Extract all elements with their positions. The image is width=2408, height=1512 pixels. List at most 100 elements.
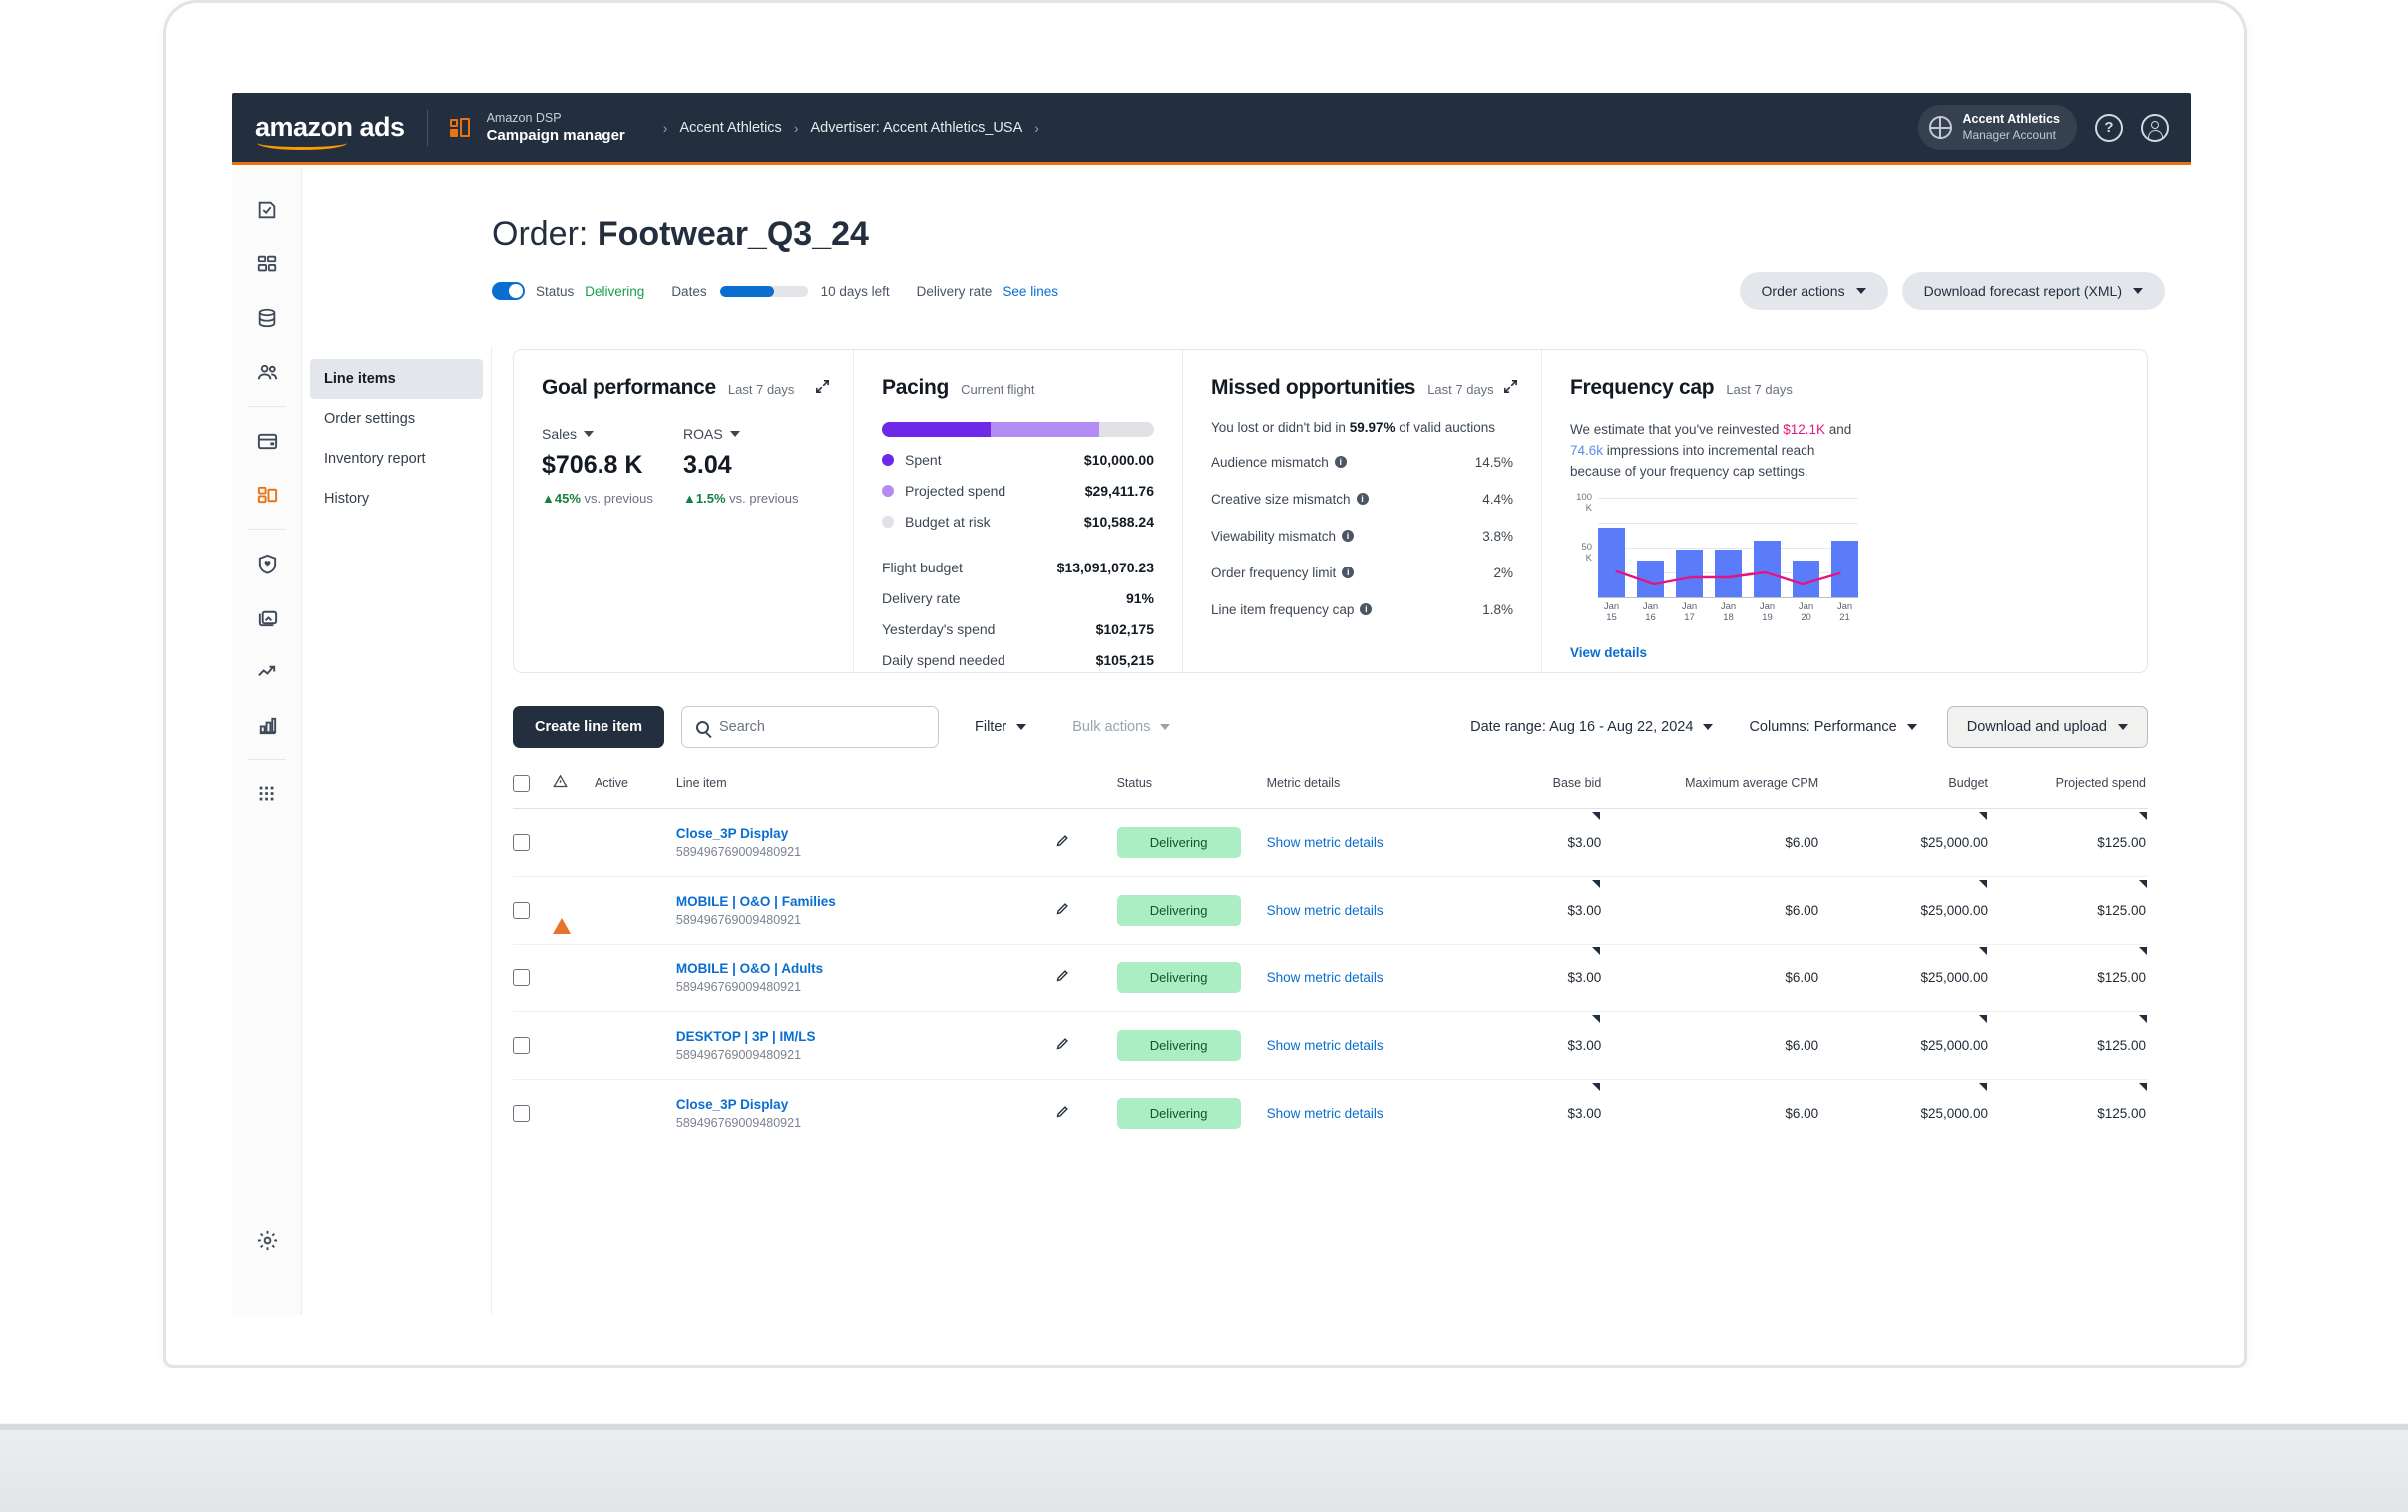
- row-checkbox[interactable]: [513, 902, 530, 919]
- see-lines-link[interactable]: See lines: [1003, 284, 1058, 299]
- sidebar-item-inventory-report[interactable]: Inventory report: [310, 439, 483, 479]
- metric-roas-selector[interactable]: ROAS: [683, 426, 825, 442]
- max-avg-cpm-value: $6.00: [1785, 903, 1819, 918]
- account-icon[interactable]: [2141, 113, 2169, 142]
- show-metric-details-link[interactable]: Show metric details: [1267, 1038, 1384, 1053]
- frequency-lead-3: impressions into incremental reach becau…: [1570, 442, 1815, 479]
- info-icon[interactable]: i: [1342, 530, 1355, 542]
- info-icon[interactable]: i: [1360, 603, 1373, 615]
- row-budget-cell: $25,000.00: [1818, 1080, 1988, 1148]
- help-icon[interactable]: ?: [2095, 113, 2123, 142]
- show-metric-details-link[interactable]: Show metric details: [1267, 903, 1384, 918]
- order-enabled-toggle[interactable]: [492, 282, 525, 300]
- pacing-title: Pacing: [882, 376, 950, 399]
- legend-label-spent: Spent: [905, 452, 942, 468]
- line-item-name-link[interactable]: Close_3P Display: [676, 826, 1055, 841]
- line-item-name-link[interactable]: Close_3P Display: [676, 1097, 1055, 1112]
- sidebar-item-order-settings[interactable]: Order settings: [310, 399, 483, 439]
- metric-sales-selector[interactable]: Sales: [542, 426, 683, 442]
- status-badge: Delivering: [1116, 895, 1241, 926]
- row-metric-details-cell: Show metric details: [1266, 808, 1452, 877]
- show-metric-details-link[interactable]: Show metric details: [1267, 970, 1384, 985]
- chart-ytick-100k: 100 K: [1576, 491, 1592, 514]
- chart-x-tick-label: Jan 15: [1603, 600, 1620, 624]
- line-item-name-link[interactable]: MOBILE | O&O | Families: [676, 894, 1055, 909]
- show-metric-details-link[interactable]: Show metric details: [1267, 835, 1384, 850]
- row-checkbox[interactable]: [513, 1037, 530, 1054]
- chevron-down-icon: [1703, 724, 1714, 730]
- line-item-name-link[interactable]: DESKTOP | 3P | IM/LS: [676, 1029, 1055, 1044]
- search-box[interactable]: [681, 706, 939, 748]
- line-item-id: 589496769009480921: [675, 1048, 802, 1062]
- budget-value: $25,000.00: [1920, 903, 1989, 918]
- select-all-checkbox[interactable]: [513, 774, 530, 792]
- top-navigation-bar: amazon ads Amazon DSP Campaign manager ›…: [232, 93, 2191, 165]
- filter-dropdown[interactable]: Filter: [975, 719, 1027, 735]
- edit-pencil-icon[interactable]: [1055, 1104, 1070, 1123]
- app-window: amazon ads Amazon DSP Campaign manager ›…: [232, 93, 2191, 1315]
- max-avg-cpm-value: $6.00: [1785, 835, 1819, 850]
- expand-icon[interactable]: [814, 378, 831, 398]
- expand-icon[interactable]: [1502, 378, 1519, 398]
- missed-opportunities-title: Missed opportunities: [1211, 376, 1416, 399]
- sidebar-item-campaign-manager[interactable]: [232, 468, 302, 522]
- edit-pencil-icon[interactable]: [1055, 833, 1070, 852]
- sidebar-item-insights[interactable]: [232, 644, 302, 698]
- missed-opportunity-row: Line item frequency cap i 1.8%: [1211, 599, 1513, 619]
- missed-opportunity-label: Order frequency limit i: [1211, 566, 1379, 580]
- pacing-value-yesterdays-spend: $102,175: [1095, 621, 1154, 637]
- account-switcher[interactable]: Accent Athletics Manager Account: [1917, 105, 2077, 150]
- download-and-upload-button[interactable]: Download and upload: [1946, 706, 2148, 748]
- line-item-name-link[interactable]: MOBILE | O&O | Adults: [676, 961, 1055, 976]
- missed-opportunity-percent: 2%: [1493, 565, 1513, 580]
- row-checkbox[interactable]: [513, 969, 530, 986]
- chevron-down-icon: [2133, 288, 2143, 294]
- sidebar-item-creatives[interactable]: [232, 414, 302, 468]
- row-warning-cell: [553, 1080, 595, 1148]
- sidebar-item-audiences[interactable]: [232, 345, 302, 399]
- chart-line-series: [1598, 498, 1858, 597]
- row-checkbox[interactable]: [513, 834, 530, 851]
- info-icon[interactable]: i: [1334, 456, 1347, 468]
- view-details-link[interactable]: View details: [1570, 645, 1647, 660]
- sidebar-item-database[interactable]: [232, 291, 302, 345]
- row-checkbox[interactable]: [513, 1105, 530, 1122]
- sidebar-item-dashboard[interactable]: [232, 237, 302, 291]
- amazon-ads-logo[interactable]: amazon ads: [255, 114, 405, 150]
- breadcrumb-item-advertiser[interactable]: Advertiser: Accent Athletics_USA: [810, 120, 1022, 136]
- edit-pencil-icon[interactable]: [1055, 901, 1070, 920]
- missed-opportunity-label: Viewability mismatch i: [1211, 529, 1377, 544]
- base-bid-value: $3.00: [1567, 835, 1602, 850]
- cell-edited-flag: [2139, 1083, 2147, 1091]
- sidebar-item-brand-safety[interactable]: [232, 537, 302, 590]
- edit-pencil-icon[interactable]: [1055, 1036, 1070, 1055]
- sidebar-item-reports[interactable]: [232, 698, 302, 752]
- date-range-dropdown[interactable]: Date range: Aug 16 - Aug 22, 2024: [1470, 719, 1714, 735]
- warning-icon[interactable]: [552, 903, 571, 934]
- bulk-actions-dropdown[interactable]: Bulk actions: [1072, 719, 1171, 735]
- info-icon[interactable]: i: [1356, 493, 1369, 505]
- row-edit-cell: [1054, 944, 1117, 1012]
- create-line-item-button[interactable]: Create line item: [513, 706, 664, 748]
- product-title[interactable]: Amazon DSP Campaign manager: [487, 110, 625, 146]
- order-actions-button[interactable]: Order actions: [1739, 272, 1888, 310]
- product-name: Campaign manager: [486, 126, 625, 144]
- row-edit-cell: [1055, 1080, 1117, 1148]
- sidebar-item-media-library[interactable]: [232, 590, 302, 644]
- table-row: DESKTOP | 3P | IM/LS 589496769009480921 De…: [513, 1011, 2148, 1080]
- sidebar-item-line-items[interactable]: Line items: [310, 359, 483, 399]
- breadcrumb-item-account[interactable]: Accent Athletics: [679, 120, 781, 136]
- columns-dropdown[interactable]: Columns: Performance: [1749, 719, 1917, 735]
- gear-icon[interactable]: [232, 1213, 302, 1267]
- projected-spend-value: $125.00: [2097, 1106, 2146, 1121]
- sidebar-item-history[interactable]: History: [310, 479, 483, 519]
- metric-roas-label: ROAS: [683, 426, 723, 442]
- cell-edited-flag: [1592, 947, 1601, 955]
- search-input[interactable]: [719, 719, 924, 735]
- sidebar-item-apps[interactable]: [232, 767, 302, 821]
- edit-pencil-icon[interactable]: [1055, 968, 1070, 987]
- info-icon[interactable]: i: [1342, 567, 1355, 578]
- show-metric-details-link[interactable]: Show metric details: [1267, 1106, 1384, 1121]
- download-forecast-report-button[interactable]: Download forecast report (XML): [1901, 272, 2165, 310]
- sidebar-item-tasks[interactable]: [232, 184, 302, 237]
